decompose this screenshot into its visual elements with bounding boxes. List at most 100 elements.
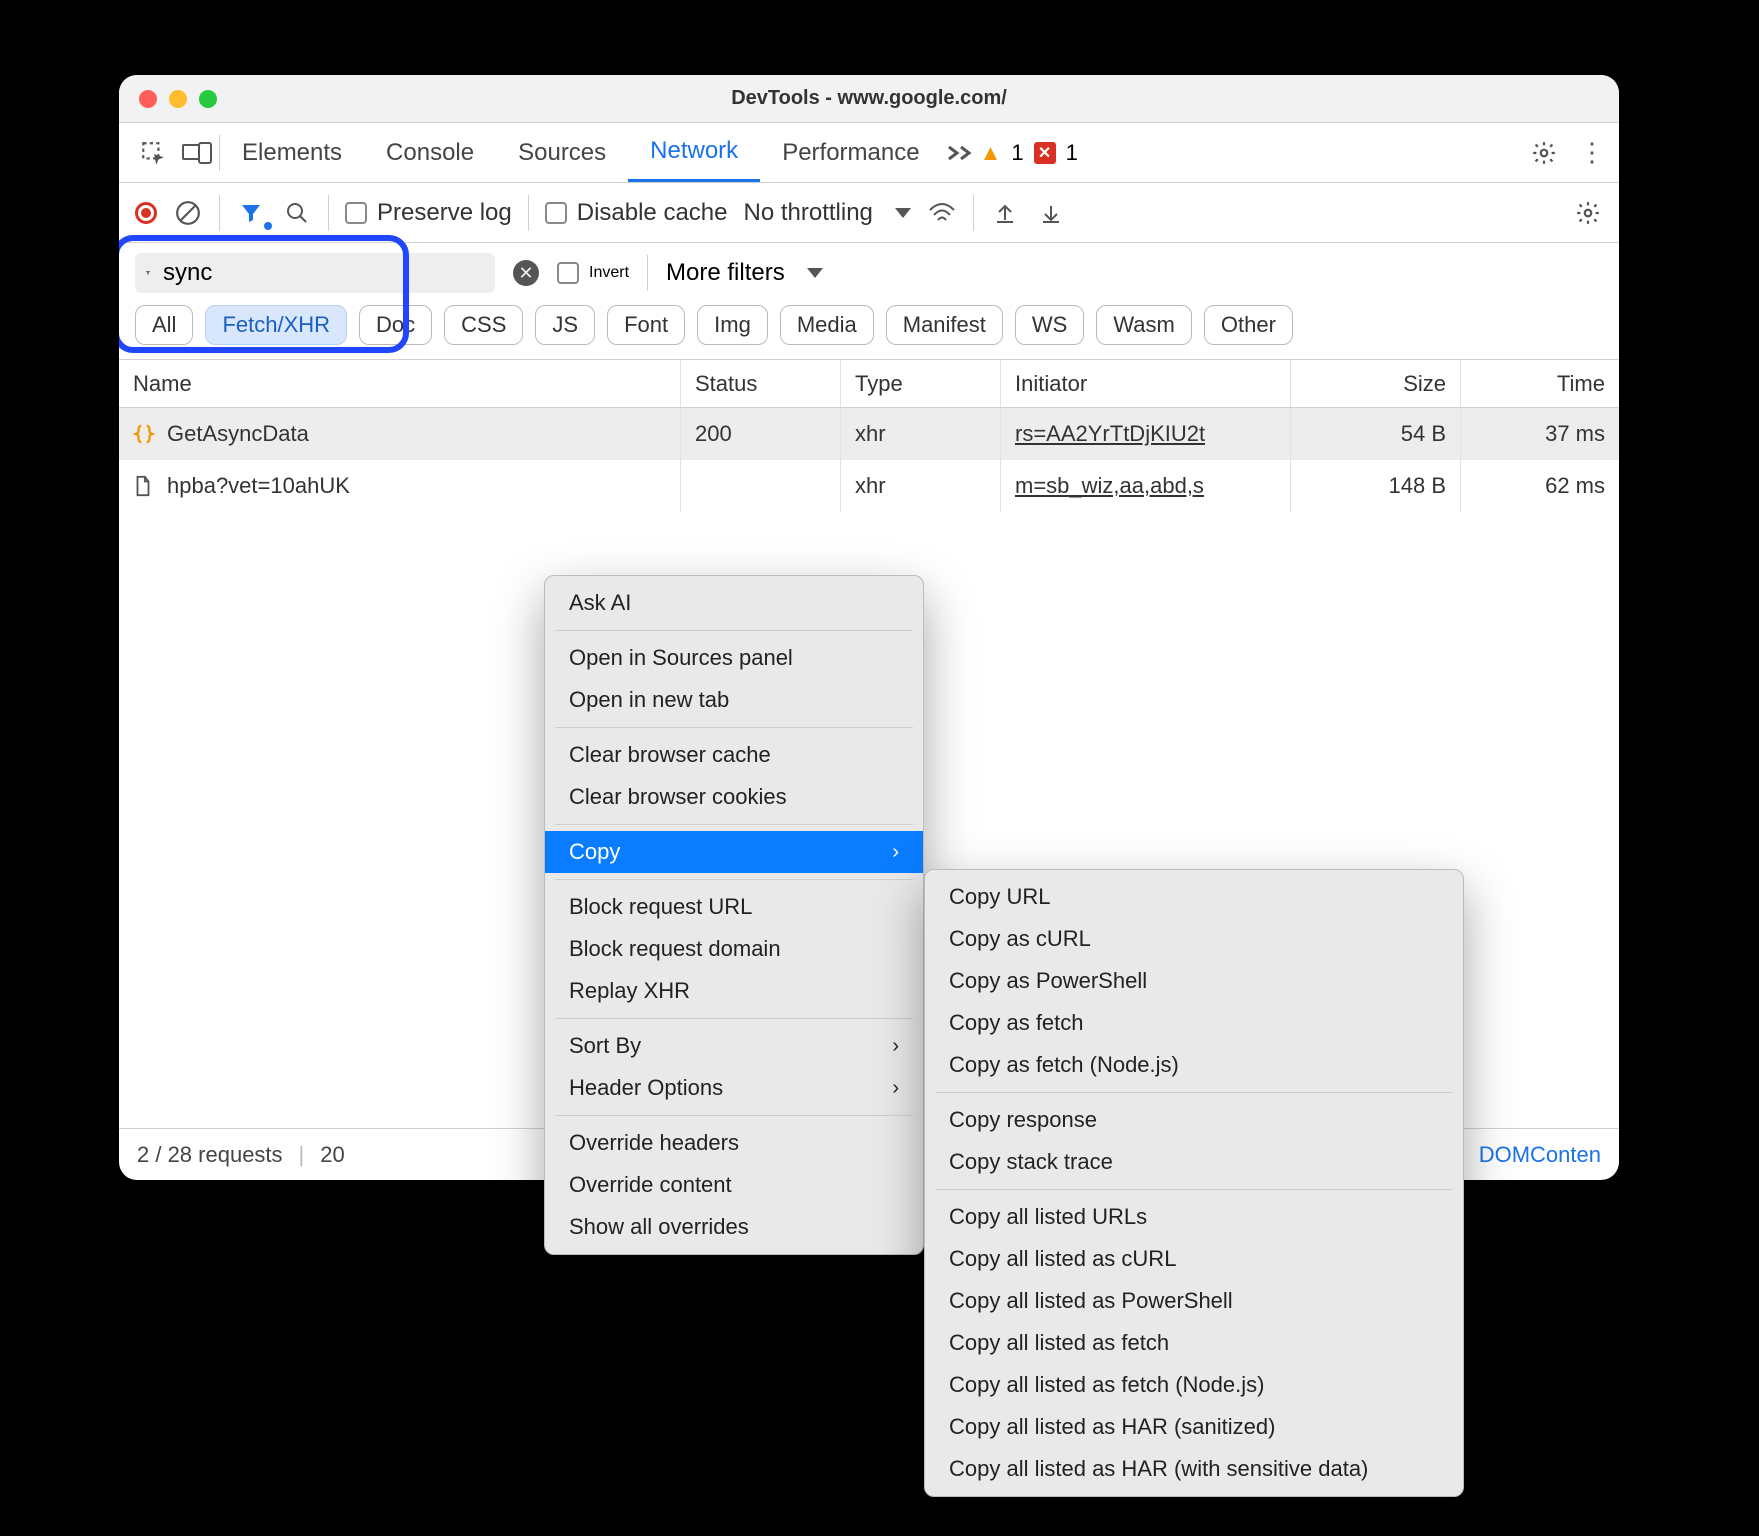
error-count: 1 bbox=[1066, 140, 1078, 166]
submenu-copy-curl[interactable]: Copy as cURL bbox=[925, 918, 1463, 960]
submenu-copy-all-fetch-node[interactable]: Copy all listed as fetch (Node.js) bbox=[925, 1364, 1463, 1406]
chevron-right-icon: › bbox=[892, 1035, 899, 1058]
menu-block-domain[interactable]: Block request domain bbox=[545, 928, 923, 970]
context-menu[interactable]: Ask AI Open in Sources panel Open in new… bbox=[544, 575, 924, 1255]
filter-bar: ✕ Invert More filters All Fetch/XHR Doc … bbox=[119, 243, 1619, 360]
submenu-copy-all-curl[interactable]: Copy all listed as cURL bbox=[925, 1238, 1463, 1280]
request-initiator[interactable]: rs=AA2YrTtDjKIU2t bbox=[1015, 421, 1205, 447]
col-initiator[interactable]: Initiator bbox=[1001, 360, 1291, 407]
filter-input[interactable] bbox=[163, 259, 473, 287]
request-time: 62 ms bbox=[1545, 473, 1605, 499]
menu-ask-ai[interactable]: Ask AI bbox=[545, 582, 923, 624]
col-name[interactable]: Name bbox=[119, 360, 681, 407]
tab-network[interactable]: Network bbox=[628, 123, 760, 182]
menu-override-headers[interactable]: Override headers bbox=[545, 1122, 923, 1164]
submenu-copy-all-urls[interactable]: Copy all listed URLs bbox=[925, 1196, 1463, 1238]
throttling-value: No throttling bbox=[743, 199, 872, 227]
chip-ws[interactable]: WS bbox=[1015, 305, 1084, 345]
more-filters-label: More filters bbox=[666, 259, 785, 287]
chip-doc[interactable]: Doc bbox=[359, 305, 432, 345]
col-size[interactable]: Size bbox=[1291, 360, 1461, 407]
submenu-copy-all-har-sanitized[interactable]: Copy all listed as HAR (sanitized) bbox=[925, 1406, 1463, 1448]
transferred-partial: 20 bbox=[320, 1142, 344, 1168]
submenu-copy-stack[interactable]: Copy stack trace bbox=[925, 1141, 1463, 1183]
menu-replay-xhr[interactable]: Replay XHR bbox=[545, 970, 923, 1012]
window-zoom-icon[interactable] bbox=[199, 90, 217, 108]
chip-all[interactable]: All bbox=[135, 305, 193, 345]
menu-open-sources[interactable]: Open in Sources panel bbox=[545, 637, 923, 679]
table-header: Name Status Type Initiator Size Time bbox=[119, 360, 1619, 408]
menu-copy[interactable]: Copy› bbox=[545, 831, 923, 873]
kebab-menu-icon[interactable]: ⋮ bbox=[1577, 138, 1607, 168]
tab-sources[interactable]: Sources bbox=[496, 123, 628, 182]
clear-filter-icon[interactable]: ✕ bbox=[513, 260, 539, 286]
menu-open-new-tab[interactable]: Open in new tab bbox=[545, 679, 923, 721]
window-title: DevTools - www.google.com/ bbox=[119, 87, 1619, 110]
tab-performance[interactable]: Performance bbox=[760, 123, 941, 182]
network-conditions-icon[interactable] bbox=[927, 198, 957, 228]
submenu-copy-all-fetch[interactable]: Copy all listed as fetch bbox=[925, 1322, 1463, 1364]
menu-header-options[interactable]: Header Options› bbox=[545, 1067, 923, 1109]
more-filters-button[interactable]: More filters bbox=[666, 259, 823, 287]
request-time: 37 ms bbox=[1545, 421, 1605, 447]
col-time[interactable]: Time bbox=[1461, 360, 1619, 407]
braces-icon bbox=[133, 423, 155, 445]
submenu-copy-powershell[interactable]: Copy as PowerShell bbox=[925, 960, 1463, 1002]
menu-block-url[interactable]: Block request URL bbox=[545, 886, 923, 928]
chip-manifest[interactable]: Manifest bbox=[886, 305, 1003, 345]
menu-override-content[interactable]: Override content bbox=[545, 1164, 923, 1206]
menu-show-overrides[interactable]: Show all overrides bbox=[545, 1206, 923, 1248]
invert-checkbox[interactable]: Invert bbox=[557, 262, 629, 284]
filter-toggle-icon[interactable] bbox=[236, 198, 266, 228]
network-settings-icon[interactable] bbox=[1573, 198, 1603, 228]
table-row[interactable]: GetAsyncData 200 xhr rs=AA2YrTtDjKIU2t 5… bbox=[119, 408, 1619, 460]
submenu-copy-all-har-sensitive[interactable]: Copy all listed as HAR (with sensitive d… bbox=[925, 1448, 1463, 1490]
search-icon[interactable] bbox=[282, 198, 312, 228]
chip-css[interactable]: CSS bbox=[444, 305, 523, 345]
disable-cache-checkbox[interactable]: Disable cache bbox=[545, 199, 728, 227]
menu-sort-by[interactable]: Sort By› bbox=[545, 1025, 923, 1067]
preserve-log-checkbox[interactable]: Preserve log bbox=[345, 199, 512, 227]
document-icon bbox=[133, 475, 155, 497]
requests-count: 2 / 28 requests bbox=[137, 1142, 283, 1168]
warning-icon[interactable]: ▲ bbox=[980, 140, 1002, 166]
chip-img[interactable]: Img bbox=[697, 305, 768, 345]
tab-console[interactable]: Console bbox=[364, 123, 496, 182]
device-toolbar-icon[interactable] bbox=[175, 131, 219, 175]
inspect-element-icon[interactable] bbox=[131, 131, 175, 175]
col-type[interactable]: Type bbox=[841, 360, 1001, 407]
copy-submenu[interactable]: Copy URL Copy as cURL Copy as PowerShell… bbox=[924, 869, 1464, 1497]
more-tabs-icon[interactable] bbox=[946, 144, 974, 162]
col-status[interactable]: Status bbox=[681, 360, 841, 407]
network-toolbar: Preserve log Disable cache No throttling bbox=[119, 183, 1619, 243]
chip-js[interactable]: JS bbox=[535, 305, 595, 345]
request-size: 54 B bbox=[1401, 421, 1446, 447]
domcontentloaded-link[interactable]: DOMConten bbox=[1479, 1142, 1601, 1168]
submenu-copy-all-ps[interactable]: Copy all listed as PowerShell bbox=[925, 1280, 1463, 1322]
error-icon[interactable]: ✕ bbox=[1034, 142, 1056, 164]
settings-icon[interactable] bbox=[1529, 138, 1559, 168]
menu-clear-cache[interactable]: Clear browser cache bbox=[545, 734, 923, 776]
window-minimize-icon[interactable] bbox=[169, 90, 187, 108]
table-row[interactable]: hpba?vet=10ahUK xhr m=sb_wiz,aa,abd,s 14… bbox=[119, 460, 1619, 512]
clear-button[interactable] bbox=[173, 198, 203, 228]
chip-other[interactable]: Other bbox=[1204, 305, 1293, 345]
submenu-copy-fetch-node[interactable]: Copy as fetch (Node.js) bbox=[925, 1044, 1463, 1086]
chip-media[interactable]: Media bbox=[780, 305, 874, 345]
window-close-icon[interactable] bbox=[139, 90, 157, 108]
download-har-icon[interactable] bbox=[1036, 198, 1066, 228]
menu-clear-cookies[interactable]: Clear browser cookies bbox=[545, 776, 923, 818]
chip-font[interactable]: Font bbox=[607, 305, 685, 345]
submenu-copy-url[interactable]: Copy URL bbox=[925, 876, 1463, 918]
throttling-select[interactable]: No throttling bbox=[743, 199, 910, 227]
request-name: GetAsyncData bbox=[167, 421, 309, 447]
warning-count: 1 bbox=[1011, 140, 1023, 166]
submenu-copy-fetch[interactable]: Copy as fetch bbox=[925, 1002, 1463, 1044]
record-button[interactable] bbox=[135, 202, 157, 224]
submenu-copy-response[interactable]: Copy response bbox=[925, 1099, 1463, 1141]
upload-har-icon[interactable] bbox=[990, 198, 1020, 228]
chip-wasm[interactable]: Wasm bbox=[1096, 305, 1192, 345]
tab-elements[interactable]: Elements bbox=[220, 123, 364, 182]
chip-fetch-xhr[interactable]: Fetch/XHR bbox=[205, 305, 347, 345]
request-initiator[interactable]: m=sb_wiz,aa,abd,s bbox=[1015, 473, 1204, 499]
